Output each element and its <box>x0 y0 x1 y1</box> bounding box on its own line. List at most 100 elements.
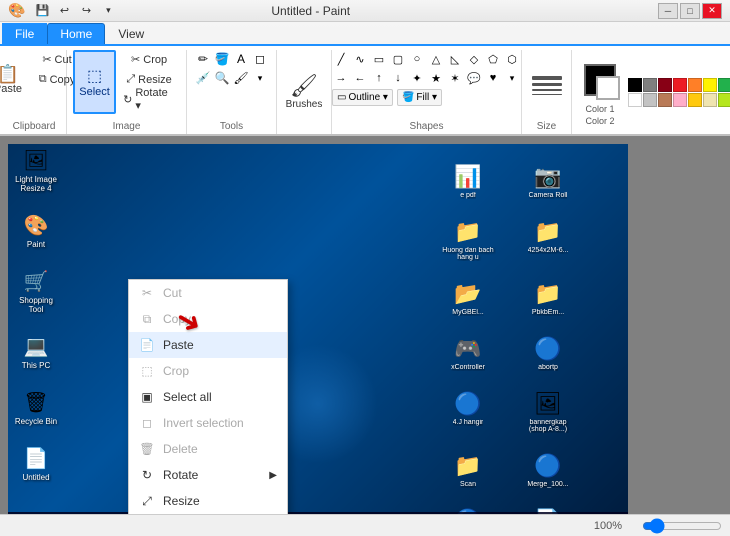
arrow-right-shape[interactable]: → <box>332 69 350 87</box>
brushes-btn[interactable]: ▾ <box>251 69 269 87</box>
curve-shape[interactable]: ∿ <box>351 50 369 68</box>
color-swatch-gold[interactable] <box>688 93 702 107</box>
desktop-file-merge[interactable]: 🔵 Merge_100... <box>518 453 578 488</box>
ctx-copy[interactable]: ⧉ Copy <box>129 306 287 332</box>
zoom-slider[interactable] <box>642 519 722 533</box>
desktop-folder-yellow1[interactable]: 📂 MyGBEl... <box>438 281 498 316</box>
color-swatch-lime[interactable] <box>718 93 730 107</box>
magnify-tool[interactable]: 🔍 <box>213 69 231 87</box>
color-swatch-green[interactable] <box>718 78 730 92</box>
color-swatch-brown[interactable] <box>658 93 672 107</box>
color-swatch-red[interactable] <box>673 78 687 92</box>
arrow-down-shape[interactable]: ↓ <box>389 69 407 87</box>
desktop-file-pdf[interactable]: 📊 e pdf <box>438 164 498 199</box>
color-swatch-black[interactable] <box>628 78 642 92</box>
more-shapes[interactable]: ▾ <box>503 69 521 87</box>
save-quick-btn[interactable]: 💾 <box>33 2 51 20</box>
pentagon-shape[interactable]: ⬠ <box>484 50 502 68</box>
triangle-shape[interactable]: △ <box>427 50 445 68</box>
color-swatch-gray[interactable] <box>643 78 657 92</box>
desktop-icons-left: 🖼 Light Image Resize 4 🎨 Paint 🛒 Shoppin… <box>12 148 60 482</box>
color-pick-tool[interactable]: 💉 <box>194 69 212 87</box>
right-tri-shape[interactable]: ◺ <box>446 50 464 68</box>
rounded-rect-shape[interactable]: ▢ <box>389 50 407 68</box>
ellipse-shape[interactable]: ○ <box>408 50 426 68</box>
color-swatch-darkred[interactable] <box>658 78 672 92</box>
undo-quick-btn[interactable]: ↩ <box>55 2 73 20</box>
desktop-icon-imageresize[interactable]: 🖼 Light Image Resize 4 <box>12 148 60 193</box>
ctx-resize[interactable]: ⤢ Resize <box>129 488 287 514</box>
yellowfolder2-icon: 📁 <box>534 281 561 307</box>
tab-home[interactable]: Home <box>47 23 105 44</box>
star5-shape[interactable]: ★ <box>427 69 445 87</box>
desktop-folder-scan[interactable]: 📁 Scan <box>438 453 498 488</box>
diamond-shape[interactable]: ◇ <box>465 50 483 68</box>
fill-tool[interactable]: 🪣 <box>213 50 231 68</box>
canvas-area[interactable]: 🖼 Light Image Resize 4 🎨 Paint 🛒 Shoppin… <box>8 144 628 514</box>
close-btn[interactable]: ✕ <box>702 3 722 19</box>
ctx-rotate[interactable]: ↻ Rotate ▶ <box>129 462 287 488</box>
desktop-file-banner[interactable]: 🖼 bannergkap (shop A-8...) <box>518 391 578 433</box>
color-swatch-orange[interactable] <box>688 78 702 92</box>
size-group: Size <box>522 50 572 134</box>
tab-file[interactable]: File <box>2 23 47 44</box>
desktop-icon-recyclebin[interactable]: 🗑 Recycle Bin <box>12 390 60 426</box>
desktop-file-folder1[interactable]: 📁 Huong dan bach hang u <box>438 219 498 261</box>
arrow-up-shape[interactable]: ↑ <box>370 69 388 87</box>
outline-button[interactable]: ▭ Outline ▾ <box>332 89 393 106</box>
color-swatch-pink[interactable] <box>673 93 687 107</box>
ctx-cut[interactable]: ✂ Cut <box>129 280 287 306</box>
heart-shape[interactable]: ♥ <box>484 69 502 87</box>
ctx-selectall[interactable]: ▣ Select all <box>129 384 287 410</box>
tab-view[interactable]: View <box>105 23 157 44</box>
ctx-rotate-icon: ↻ <box>139 467 155 483</box>
brushes-button[interactable]: 🖌 Brushes <box>281 64 328 119</box>
pencil-tool[interactable]: ✏ <box>194 50 212 68</box>
maximize-btn[interactable]: □ <box>680 3 700 19</box>
paste-button[interactable]: 📋 Paste <box>0 50 30 110</box>
ctx-invertsel-icon: ◻ <box>139 415 155 431</box>
desktop-folder-yellow2[interactable]: 📁 PbkbEm... <box>518 281 578 316</box>
star4-shape[interactable]: ✦ <box>408 69 426 87</box>
rect-shape[interactable]: ▭ <box>370 50 388 68</box>
desktop-file-abortp[interactable]: 🔵 abortp <box>518 336 578 371</box>
customize-quick-btn[interactable]: ▾ <box>99 2 117 20</box>
desktop-icon-paint[interactable]: 🎨 Paint <box>12 213 60 249</box>
eraser-tool[interactable]: ◻ <box>251 50 269 68</box>
pdf-icon: 📊 <box>454 164 481 190</box>
star6-shape[interactable]: ✶ <box>446 69 464 87</box>
text-tool[interactable]: A <box>232 50 250 68</box>
redo-quick-btn[interactable]: ↪ <box>77 2 95 20</box>
callout-shape[interactable]: 💬 <box>465 69 483 87</box>
brush-tool[interactable]: 🖌 <box>232 69 250 87</box>
color-swatch-lightgray[interactable] <box>643 93 657 107</box>
line-shape[interactable]: ╱ <box>332 50 350 68</box>
minimize-btn[interactable]: ─ <box>658 3 678 19</box>
arrow-left-shape[interactable]: ← <box>351 69 369 87</box>
select-button[interactable]: ⬚ Select <box>73 50 116 114</box>
crop-button[interactable]: ✂ Crop <box>118 50 180 69</box>
ctx-delete[interactable]: 🗑 Delete <box>129 436 287 462</box>
ctx-invert-sel[interactable]: ◻ Invert selection <box>129 410 287 436</box>
image-sub-buttons: ✂ Crop ⤢ Resize ↻ Rotate ▾ <box>118 50 180 109</box>
thispc-icon: 💻 <box>24 334 49 359</box>
ctx-paste[interactable]: 📄 Paste <box>129 332 287 358</box>
desktop-file-4jhangir[interactable]: 🔵 4.J hangir <box>438 391 498 433</box>
color-swatch-yellow[interactable] <box>703 78 717 92</box>
desktop-icon-shopping[interactable]: 🛒 Shopping Tool <box>12 269 60 314</box>
desktop-icon-untitled[interactable]: 📄 Untitled <box>12 446 60 482</box>
ctx-crop[interactable]: ⬚ Crop <box>129 358 287 384</box>
rotate-button[interactable]: ↻ Rotate ▾ <box>118 90 180 109</box>
desktop-file-xcontroller[interactable]: 🎮 xController <box>438 336 498 371</box>
hexagon-shape[interactable]: ⬡ <box>503 50 521 68</box>
color-swatch-cream[interactable] <box>703 93 717 107</box>
fill-button[interactable]: 🪣 Fill ▾ <box>397 89 442 106</box>
color-swatch-white[interactable] <box>628 93 642 107</box>
select-icon: ⬚ <box>87 66 102 86</box>
desktop-file-cameraroll[interactable]: 📷 Camera Roll <box>518 164 578 199</box>
desktop-file-folder2[interactable]: 📁 4254x2M-6... <box>518 219 578 261</box>
quick-access-toolbar: 🎨 💾 ↩ ↪ ▾ <box>8 2 117 20</box>
desktop-icon-thispc[interactable]: 💻 This PC <box>12 334 60 370</box>
color2-box[interactable] <box>596 76 620 100</box>
rotate-icon: ↻ <box>123 93 132 106</box>
